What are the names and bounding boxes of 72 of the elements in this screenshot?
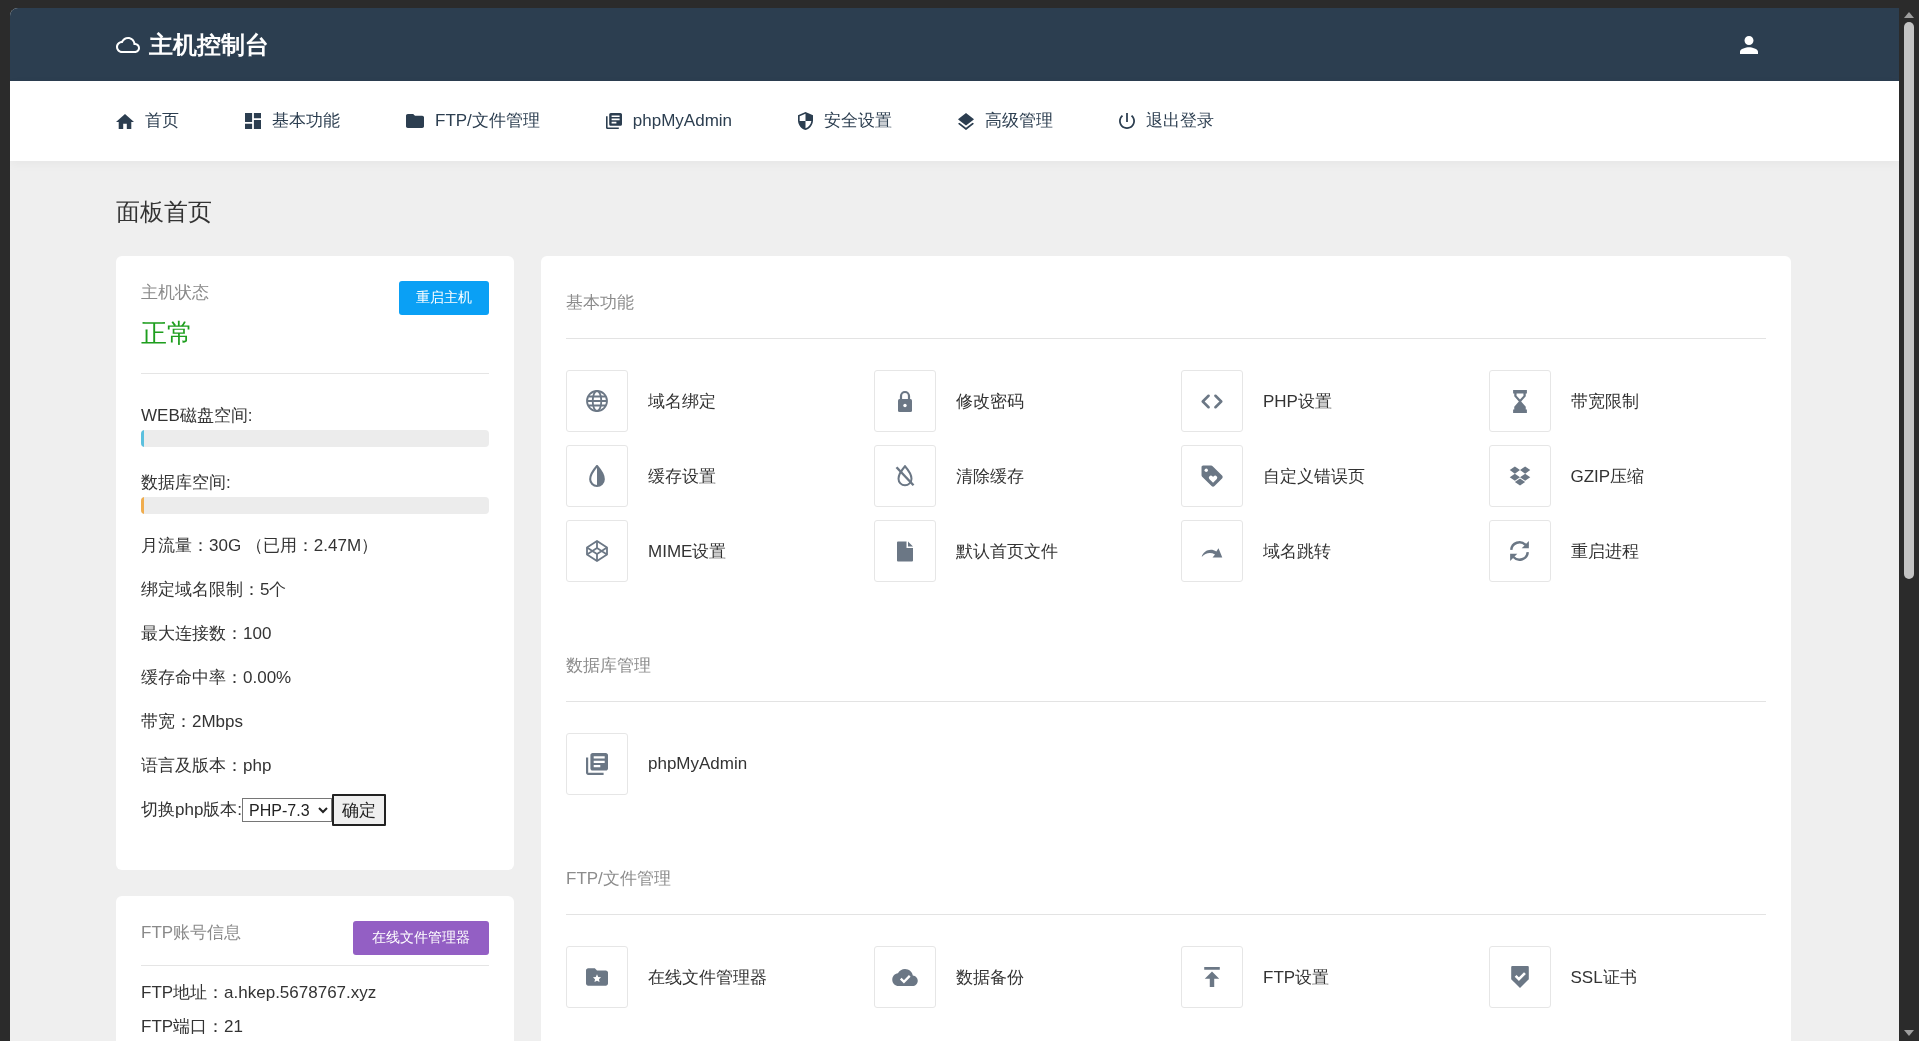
sync-icon — [1488, 520, 1551, 582]
stat-text: 语言及版本：php — [141, 755, 273, 777]
feature-link[interactable]: 带宽限制 — [1488, 370, 1766, 432]
drop-slash-icon — [873, 445, 936, 507]
shield-check-icon — [1488, 946, 1551, 1008]
folder-icon — [406, 114, 424, 128]
stat-text: FTP地址：a.hkep.5678767.xyz — [141, 982, 378, 1004]
usage-label: 数据库空间: — [141, 472, 232, 494]
file-icon — [873, 520, 936, 582]
feature-link[interactable]: 域名绑定 — [566, 370, 844, 432]
section-title: FTP/文件管理 — [566, 869, 671, 888]
user-icon[interactable] — [1740, 35, 1758, 54]
upload-icon — [1181, 946, 1243, 1008]
feature-link[interactable]: FTP设置 — [1181, 946, 1459, 1008]
nav-link[interactable]: 高级管理 — [958, 109, 1054, 133]
feature-link[interactable]: 数据备份 — [873, 946, 1151, 1008]
stat-text: 绑定域名限制：5个 — [141, 579, 288, 601]
stat-text: 最大连接数：100 — [141, 623, 273, 645]
feature-link[interactable]: GZIP压缩 — [1488, 445, 1766, 507]
hourglass-icon — [1488, 370, 1551, 432]
field-label: 切换php版本: — [141, 799, 243, 821]
nav-link[interactable]: 首页 — [116, 109, 179, 133]
feature-link[interactable]: SSL证书 — [1488, 946, 1766, 1008]
stat-text: 缓存命中率：0.00% — [141, 667, 293, 689]
card-title: FTP账号信息 — [141, 922, 242, 944]
feature-link[interactable]: 重启进程 — [1488, 520, 1766, 582]
scrollbar-thumb[interactable] — [1904, 22, 1914, 579]
usage-label: WEB磁盘空间: — [141, 405, 254, 427]
section-title: 数据库管理 — [566, 656, 651, 675]
page-title: 面板首页 — [116, 197, 213, 227]
stat-text: FTP端口：21 — [141, 1016, 245, 1038]
feature-link[interactable]: 域名跳转 — [1181, 520, 1459, 582]
half-drop-icon — [566, 445, 628, 507]
feature-link[interactable]: 自定义错误页 — [1181, 445, 1459, 507]
feature-link[interactable]: 缓存设置 — [566, 445, 844, 507]
feature-link[interactable]: 在线文件管理器 — [566, 946, 844, 1008]
dashboard-icon — [245, 113, 261, 129]
code-icon — [1181, 370, 1243, 432]
app-title: 主机控制台 — [149, 29, 269, 60]
nav-link[interactable]: 基本功能 — [245, 109, 340, 133]
card-title: 主机状态 — [141, 282, 209, 304]
feature-link[interactable]: 默认首页文件 — [873, 520, 1151, 582]
feature-link[interactable]: phpMyAdmin — [566, 733, 844, 795]
nav-link[interactable]: 退出登录 — [1119, 109, 1215, 133]
home-icon — [116, 113, 134, 129]
stacked-documents-icon — [605, 113, 622, 129]
feature-link[interactable]: PHP设置 — [1181, 370, 1459, 432]
globe-icon — [566, 370, 628, 432]
scroll-down-icon[interactable] — [1904, 1030, 1914, 1036]
scroll-up-icon[interactable] — [1904, 12, 1914, 18]
feature-link[interactable]: 清除缓存 — [873, 445, 1151, 507]
confirm-button[interactable]: 确定 — [332, 794, 387, 826]
power-icon — [1119, 113, 1136, 129]
file-manager-button[interactable]: 在线文件管理器 — [353, 921, 489, 955]
layers-icon — [958, 112, 975, 130]
cloud-icon — [116, 36, 140, 53]
section-title: 基本功能 — [566, 293, 634, 312]
php-version-select[interactable]: PHP-7.3 — [242, 798, 333, 822]
cloud-check-icon — [873, 946, 936, 1008]
feature-link[interactable]: 修改密码 — [873, 370, 1151, 432]
stacked-boxes-icon — [1488, 445, 1551, 507]
nav-link[interactable]: FTP/文件管理 — [406, 109, 540, 133]
stat-text: 带宽：2Mbps — [141, 711, 245, 733]
shield-icon — [798, 112, 814, 130]
cube-icon — [566, 520, 628, 582]
stacked-documents-icon — [566, 733, 628, 795]
nav-link[interactable]: phpMyAdmin — [605, 109, 733, 133]
nav-link[interactable]: 安全设置 — [798, 109, 893, 133]
lock-icon — [873, 370, 936, 432]
stat-text: 月流量：30G （已用：2.47M） — [141, 535, 380, 557]
feature-link[interactable]: MIME设置 — [566, 520, 844, 582]
status-text: 正常 — [141, 317, 194, 350]
